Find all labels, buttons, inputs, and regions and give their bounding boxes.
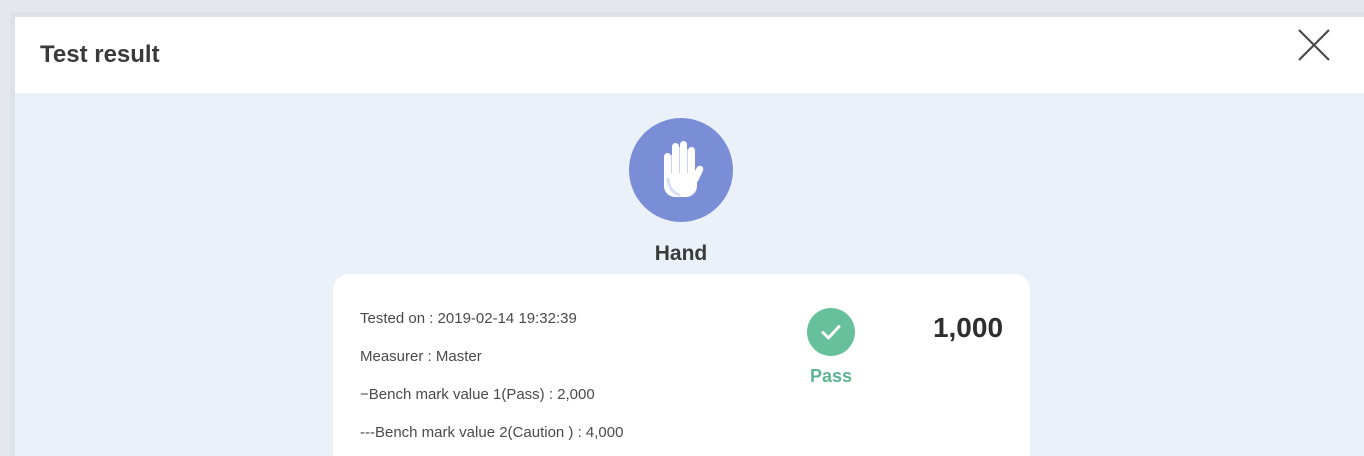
test-result-dialog: Test result Hand Tested on : 2019-02-14 … bbox=[10, 12, 1364, 456]
benchmark-1-text: −Bench mark value 1(Pass) : 2,000 bbox=[360, 386, 595, 403]
close-button[interactable] bbox=[1294, 25, 1334, 65]
result-card: Tested on : 2019-02-14 19:32:39 Measurer… bbox=[333, 274, 1030, 456]
measurer-text: Measurer : Master bbox=[360, 348, 482, 365]
dialog-header: Test result bbox=[15, 17, 1364, 93]
category-icon-circle bbox=[629, 118, 733, 222]
category-label: Hand bbox=[654, 242, 708, 265]
benchmark-2-text: ---Bench mark value 2(Caution ) : 4,000 bbox=[360, 424, 624, 441]
tested-on-text: Tested on : 2019-02-14 19:32:39 bbox=[360, 310, 577, 327]
status-badge bbox=[807, 308, 855, 356]
hand-icon bbox=[664, 141, 704, 197]
check-circle-icon bbox=[821, 325, 841, 340]
close-icon bbox=[1298, 29, 1330, 61]
status-label: Pass bbox=[809, 366, 853, 386]
score-value: 1,000 bbox=[932, 312, 1004, 343]
dialog-title: Test result bbox=[40, 41, 160, 68]
